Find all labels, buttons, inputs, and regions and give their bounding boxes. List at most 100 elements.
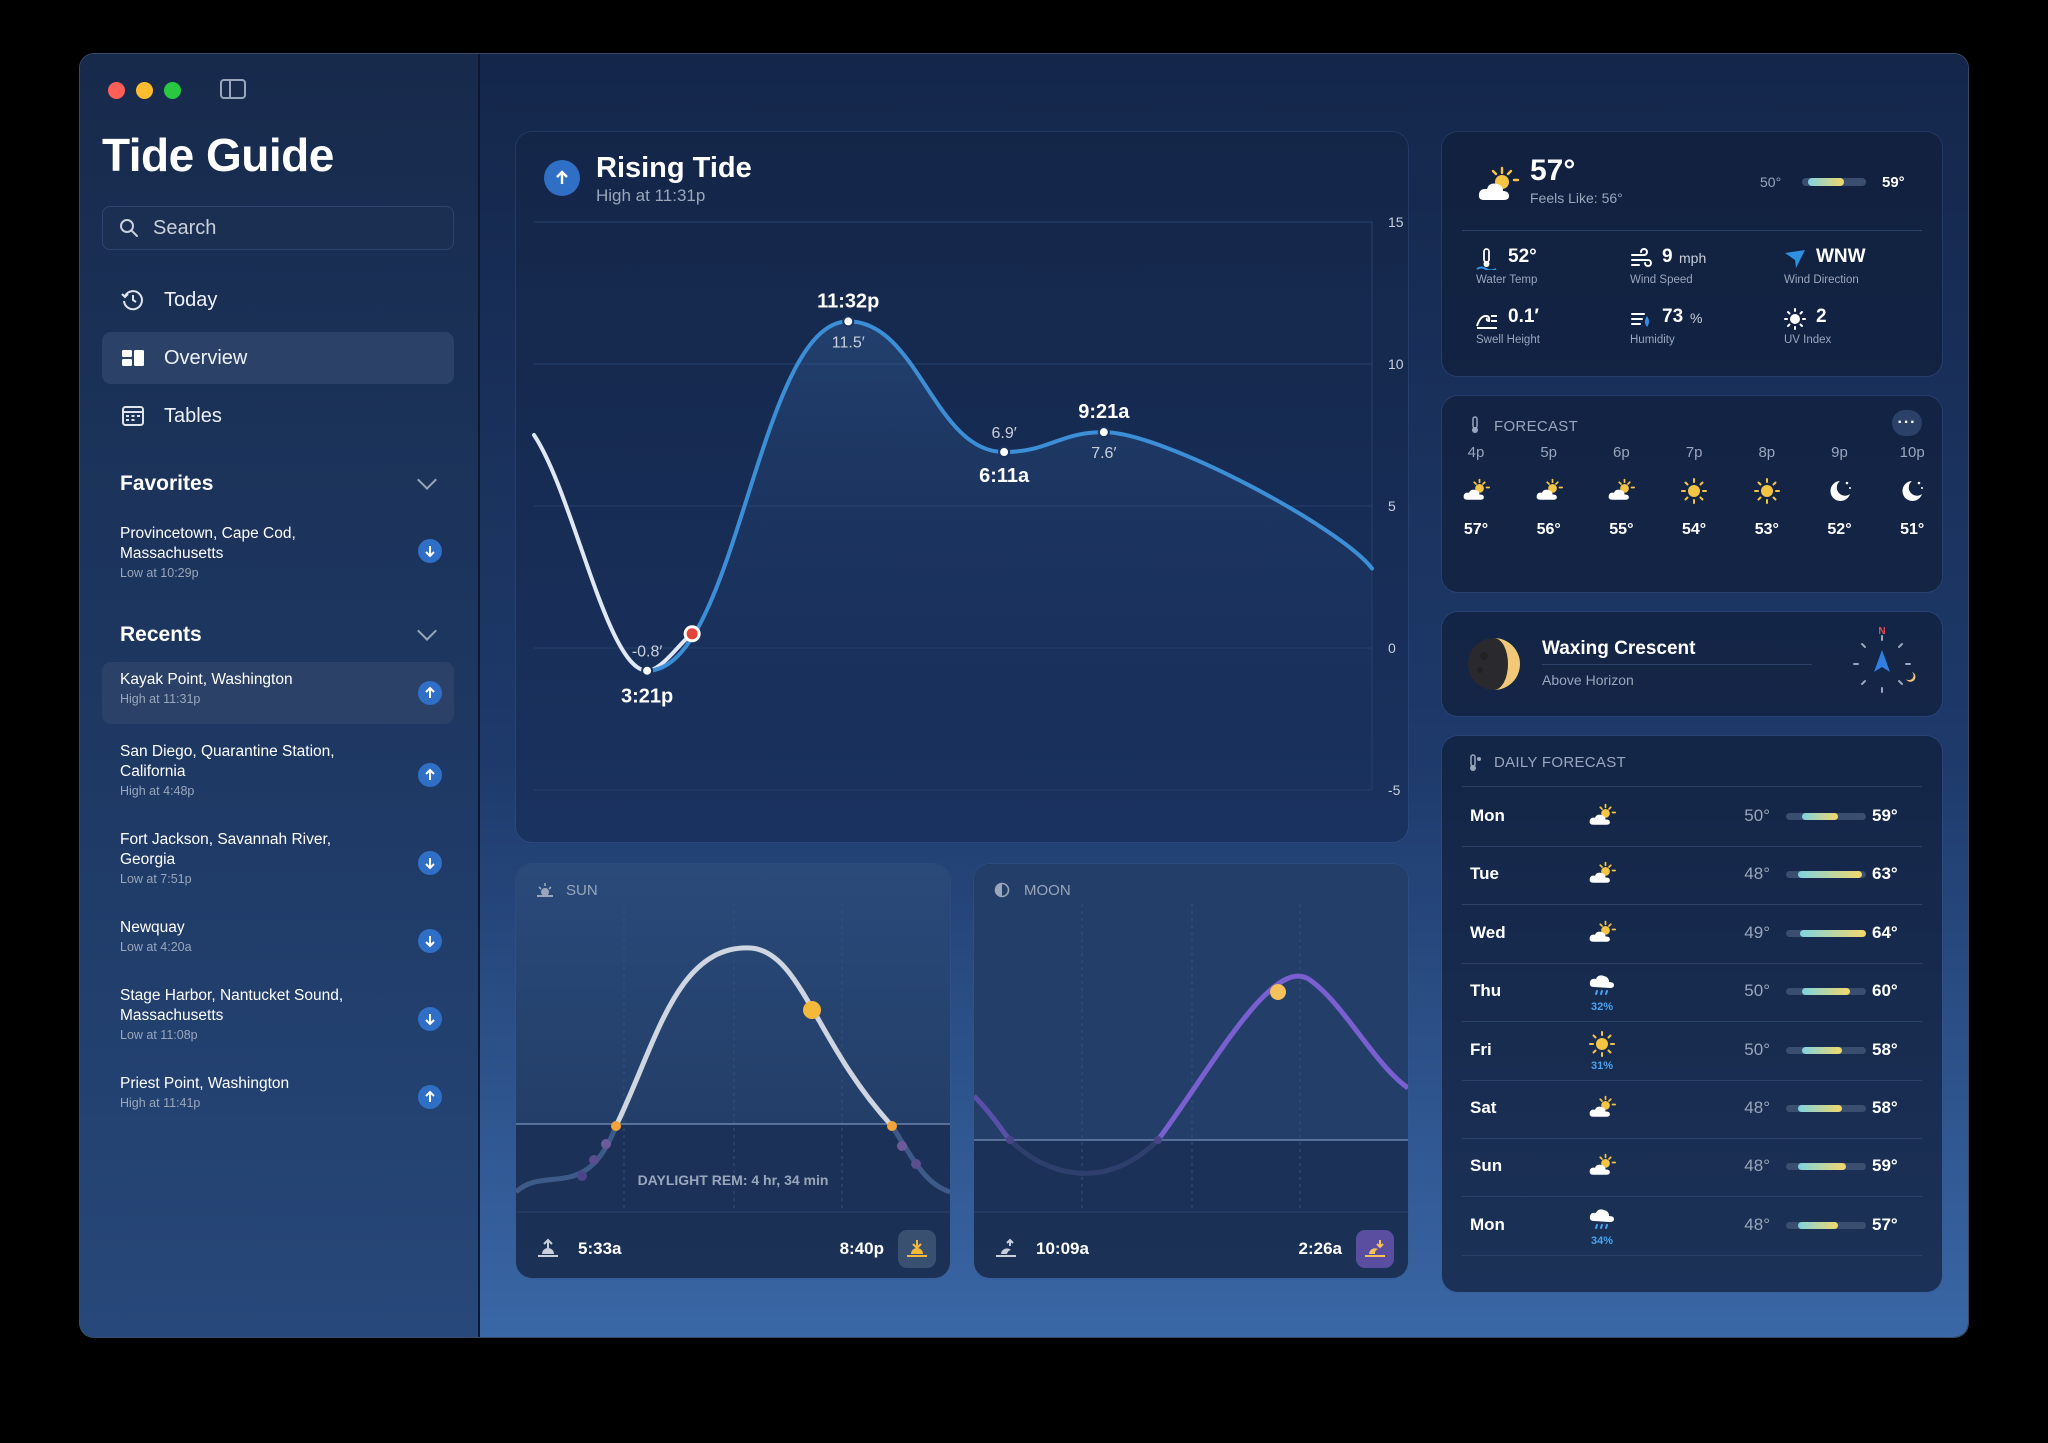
- humidity-icon: [1631, 313, 1649, 327]
- daily-row[interactable]: Tue 48° 63°: [1462, 846, 1922, 906]
- weather-card: 57° Feels Like: 56° 50° 59° 52° Water Tem…: [1442, 132, 1942, 376]
- day-temp-bar: [1786, 1105, 1866, 1112]
- precip-chance: 31%: [1590, 1059, 1614, 1072]
- hour-time: 6p: [1613, 444, 1630, 461]
- temp-range-bar: [1802, 178, 1866, 186]
- recent-item[interactable]: San Diego, Quarantine Station, Californi…: [102, 734, 454, 816]
- partly-cloudy-icon: [1582, 1094, 1622, 1127]
- sidebar-toggle-icon[interactable]: [220, 79, 246, 99]
- rain-cloud-icon: [1582, 971, 1622, 1004]
- tide-extreme-point[interactable]: [998, 446, 1011, 459]
- daily-row[interactable]: Sun 48° 59°: [1462, 1138, 1922, 1198]
- daily-row[interactable]: Sat 48° 58°: [1462, 1080, 1922, 1139]
- stat-value: 52°: [1508, 246, 1537, 267]
- moonrise-time: 10:09a: [1036, 1239, 1089, 1258]
- weather-stat: 2 UV Index: [1784, 306, 1934, 356]
- stat-label: Wind Speed: [1630, 274, 1693, 286]
- search-field[interactable]: [102, 206, 454, 250]
- search-input[interactable]: [151, 215, 435, 241]
- hour-temp: 53°: [1754, 521, 1779, 538]
- tide-time-label: 11:32p: [817, 290, 879, 312]
- day-temp-bar: [1786, 1163, 1866, 1171]
- daily-row[interactable]: Fri 31% 50° 58°: [1462, 1022, 1922, 1081]
- app-title: Tide Guide: [102, 129, 334, 181]
- tide-extreme-point[interactable]: [1097, 426, 1110, 439]
- favorites-header[interactable]: Favorites: [120, 472, 213, 496]
- tide-past-line: [532, 433, 695, 673]
- daily-row[interactable]: Wed 49° 64°: [1462, 905, 1922, 964]
- nav-item-label: Overview: [164, 346, 248, 369]
- more-options-icon[interactable]: ···: [1892, 410, 1922, 436]
- chevron-down-icon[interactable]: [417, 621, 437, 641]
- favorite-item[interactable]: Provincetown, Cape Cod, Massachusetts Lo…: [102, 516, 454, 586]
- partly-cloudy-icon: [1591, 477, 1651, 507]
- day-low: 48°: [1744, 864, 1770, 884]
- day-high: 57°: [1872, 1214, 1898, 1234]
- arrow-up-icon: [418, 1085, 442, 1109]
- weather-stat: 0.1′ Swell Height: [1476, 306, 1626, 356]
- hourly-item: 4p 57°: [1446, 444, 1506, 574]
- moon-phase-title: Waxing Crescent: [1542, 638, 1696, 659]
- stat-value: 0.1′: [1508, 306, 1539, 327]
- temp-high: 59°: [1882, 174, 1905, 191]
- stat-unit: %: [1690, 310, 1703, 326]
- recent-item[interactable]: Stage Harbor, Nantucket Sound, Massachus…: [102, 978, 454, 1060]
- daily-row[interactable]: Mon 34% 48° 57°: [1462, 1197, 1922, 1256]
- thermometer-sun-icon: [1470, 754, 1481, 771]
- y-tick-label: 15: [1388, 214, 1404, 230]
- day-name: Sun: [1470, 1156, 1503, 1176]
- nav-item-today[interactable]: Today: [102, 274, 454, 326]
- hour-temp: 54°: [1681, 521, 1707, 538]
- tide-extreme-point[interactable]: [641, 664, 654, 677]
- location-sub: Low at 11:08p: [120, 1028, 198, 1042]
- temp-low: 50°: [1760, 174, 1782, 190]
- recents-header[interactable]: Recents: [120, 623, 202, 647]
- tide-time-label: 6:11a: [979, 465, 1030, 487]
- y-tick-label: 10: [1388, 356, 1404, 372]
- close-window-button[interactable]: [108, 82, 125, 99]
- recent-item[interactable]: Fort Jackson, Savannah River, Georgia Lo…: [102, 822, 454, 904]
- tide-time-label: 3:21p: [621, 686, 673, 708]
- day-high: 58°: [1872, 1098, 1898, 1117]
- location-sub: High at 11:41p: [120, 1096, 201, 1110]
- tide-height-label: -0.8′: [632, 644, 663, 661]
- zoom-window-button[interactable]: [164, 82, 181, 99]
- app-window: Tide Guide Today Overview: [80, 54, 1968, 1337]
- moonset-button[interactable]: [1356, 1230, 1394, 1268]
- recent-item[interactable]: Newquay Low at 4:20a: [102, 910, 454, 972]
- hour-time: 7p: [1685, 444, 1703, 461]
- day-name: Wed: [1470, 922, 1506, 942]
- tide-chart[interactable]: 15 10 5 0 -5 3:21p -0.8′ 11:32p 11.5′ 6:11a 6.9′ 9…: [516, 132, 1408, 842]
- hour-time: 8p: [1758, 444, 1776, 461]
- weather-stat: 9 mph Wind Speed: [1630, 246, 1780, 296]
- moonrise-icon: [996, 1238, 1016, 1257]
- hour-time: 9p: [1831, 444, 1848, 461]
- nav-item-label: Today: [164, 288, 218, 311]
- sunset-button[interactable]: [898, 1230, 936, 1268]
- location-sub: Low at 4:20a: [120, 940, 192, 954]
- daily-row[interactable]: Mon 50° 59°: [1462, 788, 1922, 847]
- location-name: Provincetown, Cape Cod, Massachusetts: [120, 525, 296, 562]
- current-time-marker[interactable]: [683, 625, 701, 643]
- recent-item[interactable]: Priest Point, Washington High at 11:41p: [102, 1066, 454, 1128]
- tide-time-label: 9:21a: [1078, 401, 1130, 423]
- sunset-time: 8:40p: [839, 1239, 884, 1258]
- partly-cloudy-icon: [1582, 860, 1622, 893]
- hourly-forecast-card: FORECAST ··· 4p 57° 5p 56° 6p 55° 7p 54° 8p 53° 9p…: [1442, 396, 1942, 592]
- minimize-window-button[interactable]: [136, 82, 153, 99]
- arrow-up-icon: [418, 763, 442, 787]
- current-temp: 57°: [1530, 154, 1576, 187]
- stat-label: Swell Height: [1476, 334, 1540, 346]
- chevron-down-icon[interactable]: [417, 470, 437, 490]
- nav-item-tables[interactable]: Tables: [102, 390, 454, 442]
- nav-item-overview[interactable]: Overview: [102, 332, 454, 384]
- hourly-item: 7p 54°: [1664, 444, 1724, 574]
- recent-item[interactable]: Kayak Point, Washington High at 11:31p: [102, 662, 454, 724]
- moon-stars-icon: [1810, 477, 1870, 507]
- moon-stars-icon: [1882, 477, 1942, 507]
- hourly-item: 9p 52°: [1810, 444, 1870, 574]
- daily-forecast-card: DAILY FORECAST Mon 50° 59° Tue 48° 63° Wed 49° 6…: [1442, 736, 1942, 1292]
- tide-extreme-point[interactable]: [842, 315, 855, 328]
- daily-row[interactable]: Thu 32% 50° 60°: [1462, 963, 1922, 1023]
- location-name: Kayak Point, Washington: [120, 671, 293, 688]
